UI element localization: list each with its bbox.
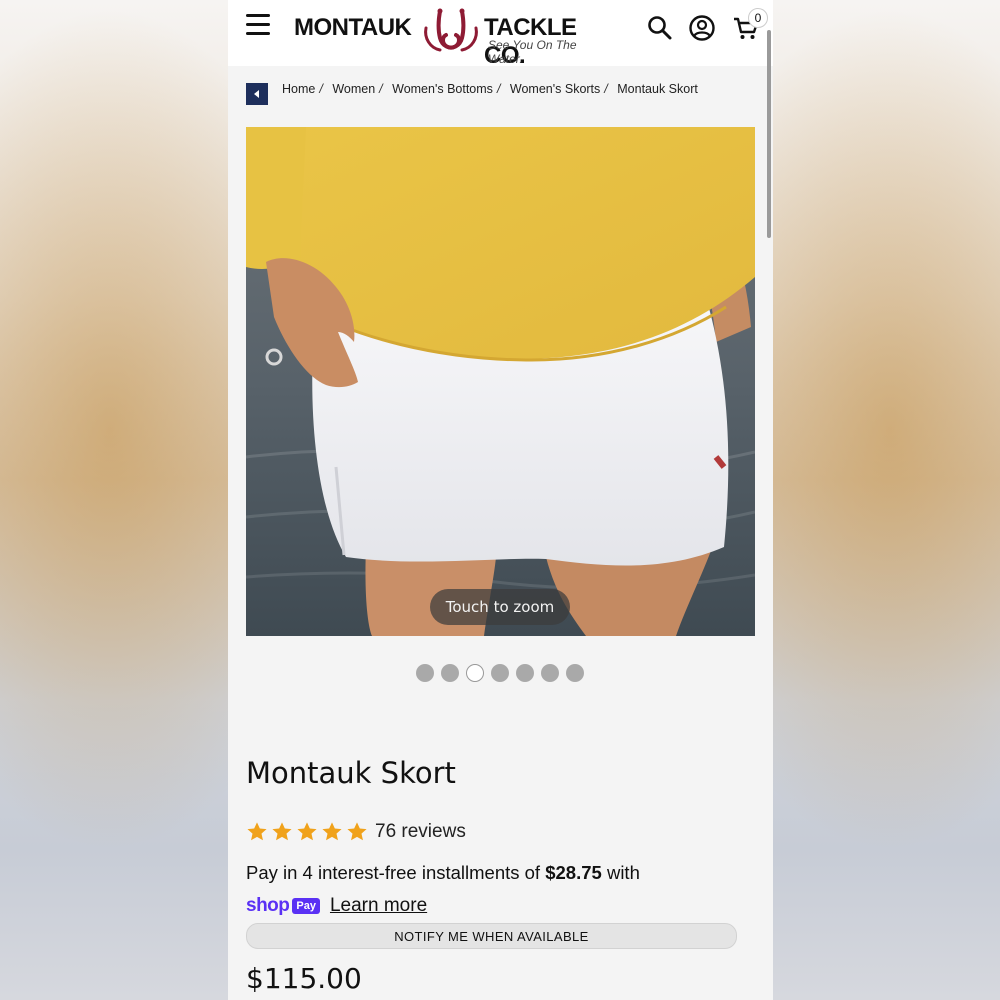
product-image[interactable]: Touch to zoom [246, 127, 755, 636]
chevron-left-icon [254, 90, 259, 98]
gallery-dot[interactable] [566, 664, 584, 682]
installments-text: Pay in 4 interest-free installments of $… [246, 862, 640, 884]
site-header: MONTAUK TACKLE CO. See You On The Water. [228, 0, 773, 69]
learn-more-link[interactable]: Learn more [330, 895, 427, 917]
gallery-dot[interactable] [416, 664, 434, 682]
review-count[interactable]: 76 reviews [375, 821, 466, 843]
hamburger-menu-icon[interactable] [246, 14, 270, 35]
breadcrumb-current: Montauk Skort [617, 82, 698, 96]
logo-tagline: See You On The Water. [488, 38, 577, 66]
brand-logo[interactable]: MONTAUK TACKLE CO. See You On The Water. [294, 8, 614, 69]
star-icon [322, 822, 342, 841]
breadcrumb-home[interactable]: Home [282, 82, 315, 96]
star-icon [247, 822, 267, 841]
touch-to-zoom-hint: Touch to zoom [430, 589, 570, 625]
breadcrumb-women[interactable]: Women [332, 82, 375, 96]
search-icon[interactable] [646, 14, 674, 42]
product-price: $115.00 [246, 962, 362, 995]
page-scrollbar[interactable] [767, 30, 771, 238]
shop-pay-row: shop Pay Learn more [246, 893, 427, 919]
cart-count-badge: 0 [748, 8, 768, 28]
account-icon[interactable] [688, 14, 716, 42]
rating-stars [246, 821, 371, 843]
shop-pay-badge: Pay [292, 898, 320, 914]
mobile-page: MONTAUK TACKLE CO. See You On The Water. [228, 0, 773, 1000]
installments-suffix: with [601, 862, 640, 883]
gallery-pagination [416, 664, 584, 682]
gallery-dot[interactable] [441, 664, 459, 682]
product-title: Montauk Skort [246, 756, 456, 790]
breadcrumb-womens-bottoms[interactable]: Women's Bottoms [392, 82, 493, 96]
fish-hooks-logo-icon [424, 8, 478, 52]
gallery-dot[interactable] [491, 664, 509, 682]
breadcrumb: Home / Women / Women's Bottoms / Women's Sk… [246, 82, 766, 106]
gallery-dot[interactable] [541, 664, 559, 682]
notify-me-button[interactable]: NOTIFY ME WHEN AVAILABLE [246, 923, 737, 949]
breadcrumb-links: Home / Women / Women's Bottoms / Women's Sk… [282, 82, 698, 96]
installments-prefix: Pay in 4 interest-free installments of [246, 862, 546, 883]
installment-amount: $28.75 [545, 862, 602, 883]
shop-pay-logo: shop [246, 895, 290, 916]
gallery-dot[interactable] [516, 664, 534, 682]
star-icon [272, 822, 292, 841]
product-rating[interactable]: 76 reviews [246, 818, 466, 846]
product-photo [246, 127, 755, 636]
star-icon [297, 822, 317, 841]
gallery-dot[interactable] [466, 664, 484, 682]
logo-text-left: MONTAUK [294, 14, 412, 41]
breadcrumb-womens-skorts[interactable]: Women's Skorts [510, 82, 600, 96]
back-button[interactable] [246, 83, 268, 105]
star-icon [347, 822, 367, 841]
